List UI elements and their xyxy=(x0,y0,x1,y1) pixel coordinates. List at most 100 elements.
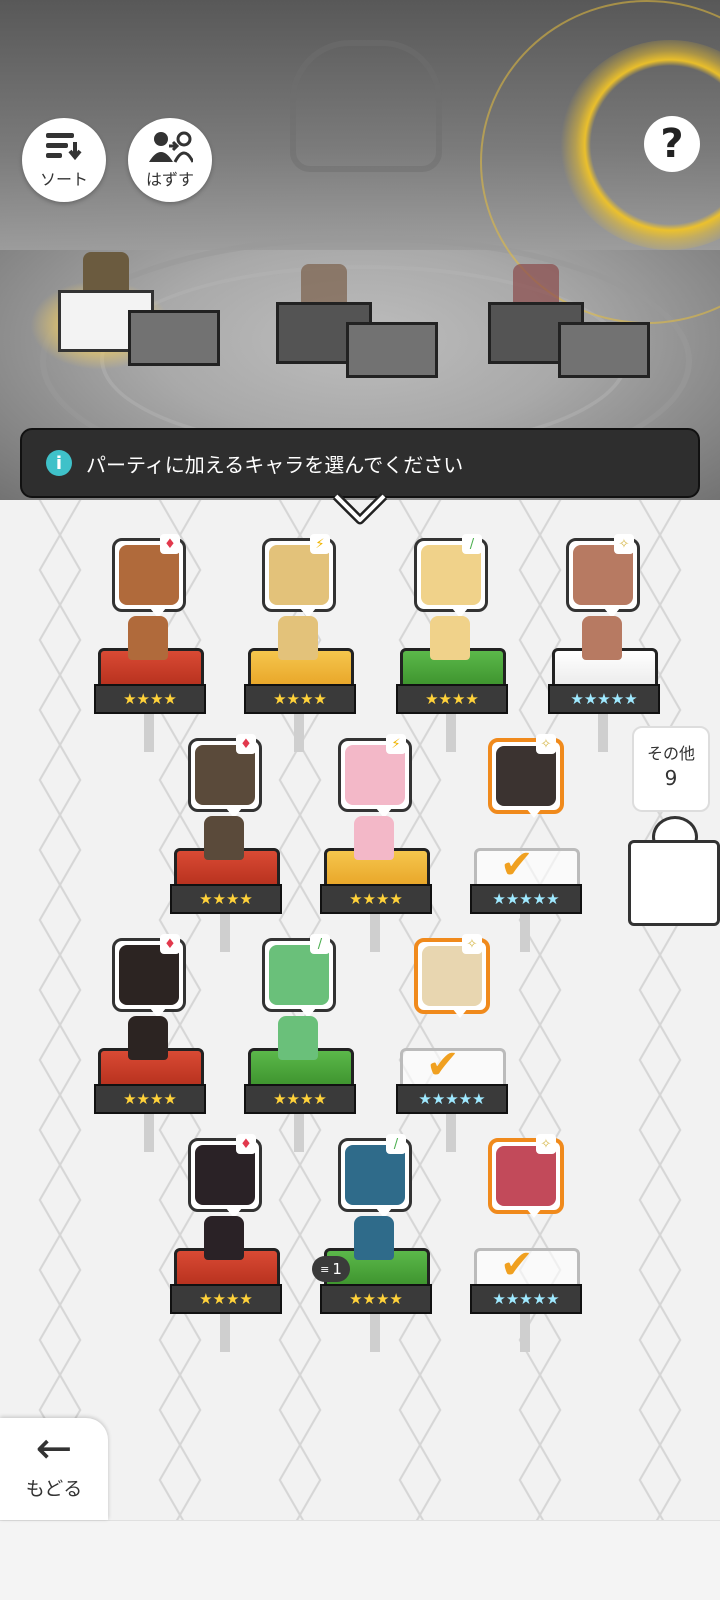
party-slot-1[interactable] xyxy=(48,250,220,366)
info-icon: i xyxy=(46,450,72,476)
portrait-tail xyxy=(526,808,542,818)
character-face xyxy=(496,746,556,806)
character-card[interactable]: ♦ ★★★★ xyxy=(94,934,208,1152)
sort-button[interactable]: ソート xyxy=(22,118,106,202)
character-sprite xyxy=(204,816,244,860)
character-card[interactable]: ♦ ★★★★ xyxy=(170,1134,284,1352)
character-face xyxy=(195,1145,255,1205)
card-pole xyxy=(220,912,230,952)
card-pole xyxy=(144,1112,154,1152)
party-number-badge: ≡ 1 xyxy=(312,1256,350,1282)
element-icon: ✧ xyxy=(614,534,634,554)
character-face xyxy=(119,545,179,605)
instruction-banner: i パーティに加えるキャラを選んでください xyxy=(20,428,700,498)
list-icon: ≡ xyxy=(320,1262,330,1276)
slot-stone xyxy=(558,322,650,378)
rarity-stars-text: ★★★★ xyxy=(425,690,479,708)
character-card[interactable]: ✧ ✔ ★★★★★ xyxy=(396,934,510,1152)
element-icon: ⚡ xyxy=(386,734,406,754)
back-button[interactable]: ← もどる xyxy=(0,1418,108,1520)
rarity-stars: ★★★★★ xyxy=(548,684,660,714)
rarity-stars-text: ★★★★ xyxy=(273,690,327,708)
character-face xyxy=(269,945,329,1005)
rarity-stars: ★★★★ xyxy=(94,684,206,714)
card-pole xyxy=(144,712,154,752)
element-icon: ✧ xyxy=(536,1134,556,1154)
element-icon: ♦ xyxy=(236,734,256,754)
chevron-down-icon[interactable] xyxy=(330,490,390,526)
rarity-stars-text: ★★★★★ xyxy=(492,1290,560,1308)
others-button[interactable]: その他 9 xyxy=(632,726,710,812)
character-card[interactable]: ♦ ★★★★ xyxy=(94,534,208,752)
character-card[interactable]: ♦ ★★★★ xyxy=(170,734,284,952)
rarity-stars-text: ★★★★★ xyxy=(570,690,638,708)
slot-stone xyxy=(128,310,220,366)
bottom-bar xyxy=(0,1520,720,1600)
element-icon: / xyxy=(386,1134,406,1154)
character-sprite xyxy=(430,616,470,660)
card-pole xyxy=(520,1312,530,1352)
character-card[interactable]: / ★★★★ xyxy=(320,1134,434,1352)
rarity-stars: ★★★★ xyxy=(320,884,432,914)
slot-stone xyxy=(346,322,438,378)
card-pole xyxy=(220,1312,230,1352)
remove-button[interactable]: はずす xyxy=(128,118,212,202)
rarity-stars: ★★★★★ xyxy=(396,1084,508,1114)
rarity-stars: ★★★★ xyxy=(244,684,356,714)
check-icon: ✔ xyxy=(500,1242,534,1288)
character-card[interactable]: ✧ ✔ ★★★★★ xyxy=(470,1134,584,1352)
character-card[interactable]: ✧ ✔ ★★★★★ xyxy=(470,734,584,952)
character-card[interactable]: ⚡ ★★★★ xyxy=(244,534,358,752)
others-label: その他 xyxy=(646,744,695,763)
rarity-stars: ★★★★ xyxy=(94,1084,206,1114)
rarity-stars-text: ★★★★★ xyxy=(492,890,560,908)
rarity-stars: ★★★★ xyxy=(244,1084,356,1114)
rarity-stars-text: ★★★★ xyxy=(349,890,403,908)
character-face xyxy=(119,945,179,1005)
others-count: 9 xyxy=(664,766,678,790)
back-label: もどる xyxy=(25,1478,83,1500)
card-pole xyxy=(520,912,530,952)
question-icon: ? xyxy=(660,121,684,167)
character-sprite xyxy=(204,1216,244,1260)
instruction-text: パーティに加えるキャラを選んでください xyxy=(86,452,464,477)
card-pole xyxy=(294,712,304,752)
portrait-tail xyxy=(452,1008,468,1018)
character-sprite xyxy=(278,616,318,660)
party-slot-2[interactable] xyxy=(266,262,438,378)
rarity-stars-text: ★★★★ xyxy=(199,890,253,908)
portrait-tail xyxy=(526,1208,542,1218)
rarity-stars: ★★★★★ xyxy=(470,884,582,914)
party-slot-3[interactable] xyxy=(478,262,650,378)
element-icon: ✧ xyxy=(536,734,556,754)
card-pole xyxy=(294,1112,304,1152)
character-sprite xyxy=(128,616,168,660)
character-sprite xyxy=(128,1016,168,1060)
character-card[interactable]: ⚡ ★★★★ xyxy=(320,734,434,952)
rarity-stars-text: ★★★★ xyxy=(199,1290,253,1308)
element-icon: ♦ xyxy=(160,534,180,554)
element-icon: ✧ xyxy=(462,934,482,954)
character-card[interactable]: ✧ ★★★★★ xyxy=(548,534,662,752)
element-icon: ♦ xyxy=(160,934,180,954)
card-pole xyxy=(370,912,380,952)
card-pole xyxy=(446,712,456,752)
character-sprite xyxy=(582,616,622,660)
rarity-stars: ★★★★ xyxy=(396,684,508,714)
rarity-stars: ★★★★★ xyxy=(470,1284,582,1314)
arrow-left-icon: ← xyxy=(35,1423,73,1474)
character-card[interactable]: / ★★★★ xyxy=(244,934,358,1152)
party-select-screen: ソート はずす ? i パーティに加えるキャラを選んでください ♦ ★★★★ ⚡… xyxy=(0,0,720,1600)
rarity-stars-text: ★★★★ xyxy=(273,1090,327,1108)
help-button[interactable]: ? xyxy=(644,116,700,172)
rarity-stars: ★★★★ xyxy=(320,1284,432,1314)
sort-icon xyxy=(46,133,82,161)
remove-label: はずす xyxy=(145,170,194,189)
party-number-text: 1 xyxy=(332,1260,342,1278)
character-card[interactable]: / ★★★★ xyxy=(396,534,510,752)
rarity-stars-text: ★★★★ xyxy=(123,1090,177,1108)
rarity-stars-text: ★★★★ xyxy=(123,690,177,708)
character-face xyxy=(345,745,405,805)
check-icon: ✔ xyxy=(500,842,534,888)
character-face xyxy=(269,545,329,605)
